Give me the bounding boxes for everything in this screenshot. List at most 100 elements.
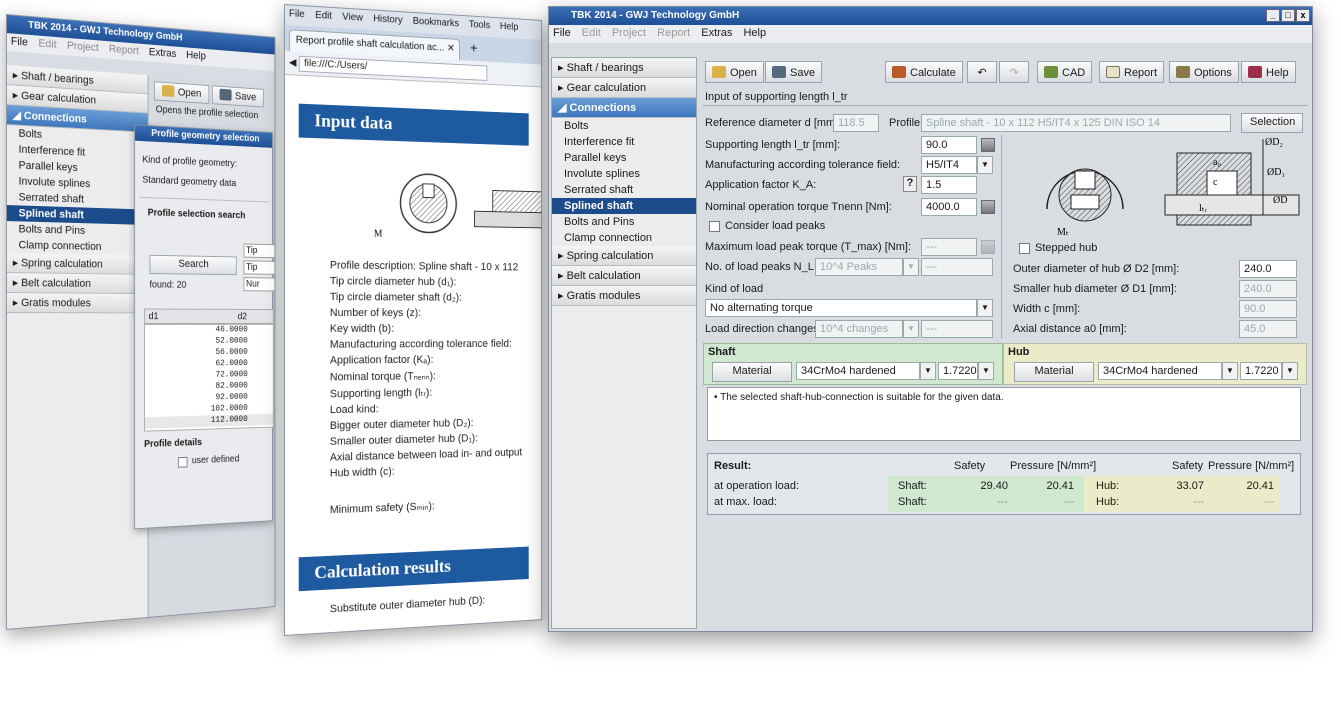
num-peaks-select[interactable]: 10^4 Peaks xyxy=(815,258,903,276)
menu-extras[interactable]: Extras xyxy=(149,46,177,60)
menu-report[interactable]: Report xyxy=(657,27,690,39)
tip-field-1[interactable]: Tip xyxy=(243,243,276,259)
kind-of-load-select[interactable]: No alternating torque xyxy=(705,299,977,317)
sidebar-item-gratis[interactable]: ▸ Gratis modules xyxy=(552,286,696,306)
sidebar-sub-bolts[interactable]: Bolts xyxy=(552,118,696,134)
chevron-down-icon[interactable]: ▼ xyxy=(977,299,993,317)
close-tab-icon[interactable]: ✕ xyxy=(447,43,455,54)
menu-edit[interactable]: Edit xyxy=(582,27,601,39)
chevron-down-icon[interactable]: ▼ xyxy=(920,362,936,380)
tip-field-2[interactable]: Tip xyxy=(243,260,276,275)
shaft-material-button[interactable]: Material xyxy=(712,362,792,382)
shaft-material-number[interactable]: 1.7220 xyxy=(938,362,978,380)
calculator-icon[interactable] xyxy=(981,138,995,152)
bmenu-edit[interactable]: Edit xyxy=(315,10,332,22)
bmenu-file[interactable]: File xyxy=(289,8,305,20)
menu-project[interactable]: Project xyxy=(612,27,646,39)
selection-button[interactable]: Selection xyxy=(1241,113,1303,133)
hub-material-button[interactable]: Material xyxy=(1014,362,1094,382)
table-row[interactable]: 112.0000 xyxy=(145,413,273,429)
load-dir-select[interactable]: 10^4 changes xyxy=(815,320,903,338)
sidebar-sub-involute[interactable]: Involute splines xyxy=(552,166,696,182)
hub-material-select[interactable]: 34CrMo4 hardened xyxy=(1098,362,1222,380)
cad-button[interactable]: CAD xyxy=(1037,61,1093,83)
back-arrow-icon[interactable]: ◀ xyxy=(289,57,297,68)
bmenu-view[interactable]: View xyxy=(342,12,363,24)
sidebar-item-gear[interactable]: ▸ Gear calculation xyxy=(552,78,696,98)
shaft-material-select[interactable]: 34CrMo4 hardened xyxy=(796,362,920,380)
menu-file[interactable]: File xyxy=(553,27,571,39)
sidebar-item-spring[interactable]: ▸ Spring calculation xyxy=(552,246,696,266)
result-table[interactable]: 46.0000 52.0000 56.0000 62.0000 72.0000 82.00… xyxy=(144,323,274,432)
sidebar-sub-splined[interactable]: Splined shaft xyxy=(552,198,696,214)
chevron-down-icon[interactable]: ▼ xyxy=(903,320,919,338)
chevron-down-icon[interactable]: ▼ xyxy=(978,362,994,380)
sidebar-sub-parallel[interactable]: Parallel keys xyxy=(552,150,696,166)
load-peaks-checkbox[interactable] xyxy=(709,221,720,232)
chevron-down-icon[interactable]: ▼ xyxy=(1282,362,1298,380)
minimize-button[interactable]: _ xyxy=(1266,9,1280,22)
sidebar-sub-serrated[interactable]: Serrated shaft xyxy=(552,182,696,198)
profile-field[interactable]: Spline shaft - 10 x 112 H5/IT4 x 125 DIN… xyxy=(921,114,1231,132)
report-button[interactable]: Report xyxy=(1099,61,1165,83)
calculator-icon[interactable] xyxy=(981,240,995,254)
menu-help[interactable]: Help xyxy=(743,27,766,39)
chevron-down-icon[interactable]: ▼ xyxy=(977,156,993,174)
chevron-down-icon[interactable]: ▼ xyxy=(903,258,919,276)
chevron-down-icon[interactable]: ▼ xyxy=(1222,362,1238,380)
undo-button[interactable]: ↶ xyxy=(967,61,997,83)
back-save-button[interactable]: Save xyxy=(211,85,264,108)
back-open-button[interactable]: Open xyxy=(153,81,210,105)
redo-button[interactable]: ↷ xyxy=(999,61,1029,83)
axial-a0-field[interactable]: 45.0 xyxy=(1239,320,1297,338)
load-dir-extra[interactable]: --- xyxy=(921,320,993,338)
user-defined-checkbox[interactable] xyxy=(177,456,188,468)
app-factor-field[interactable]: 1.5 xyxy=(921,176,977,194)
sidebar-item-belt[interactable]: ▸ Belt calculation xyxy=(552,266,696,286)
question-icon[interactable]: ? xyxy=(903,176,917,192)
bmenu-tools[interactable]: Tools xyxy=(469,19,490,31)
bmenu-help[interactable]: Help xyxy=(500,21,519,33)
sidebar-sub-clamp[interactable]: Clamp connection xyxy=(552,230,696,246)
sidebar-item-shaft[interactable]: ▸ Shaft / bearings xyxy=(552,58,696,78)
col-d1[interactable]: d1 xyxy=(149,311,159,322)
help-button[interactable]: Help xyxy=(1241,61,1296,83)
save-button[interactable]: Save xyxy=(765,61,823,83)
calculator-icon[interactable] xyxy=(981,200,995,214)
menu-help[interactable]: Help xyxy=(186,49,206,62)
hub-material-number[interactable]: 1.7220 xyxy=(1240,362,1282,380)
max-torque-field[interactable]: --- xyxy=(921,238,977,256)
bmenu-bookmarks[interactable]: Bookmarks xyxy=(413,16,459,29)
sidebar-sub-interference[interactable]: Interference fit xyxy=(552,134,696,150)
supporting-length-field[interactable]: 90.0 xyxy=(921,136,977,154)
stepped-hub-checkbox[interactable] xyxy=(1019,243,1030,254)
sidebar-item-gratis[interactable]: ▸ Gratis modules xyxy=(6,293,148,314)
menu-extras[interactable]: Extras xyxy=(701,27,732,39)
search-button[interactable]: Search xyxy=(149,254,237,276)
sidebar-sub-bolts-pins[interactable]: Bolts and Pins xyxy=(552,214,696,230)
maximize-button[interactable]: □ xyxy=(1281,9,1295,22)
new-tab-icon[interactable]: + xyxy=(470,40,477,56)
open-button[interactable]: Open xyxy=(705,61,764,83)
width-c-field[interactable]: 90.0 xyxy=(1239,300,1297,318)
sidebar-item-spring[interactable]: ▸ Spring calculation xyxy=(6,253,148,275)
num-field[interactable]: Nur xyxy=(243,277,276,292)
sidebar-item-belt[interactable]: ▸ Belt calculation xyxy=(6,273,148,295)
calculate-button[interactable]: Calculate xyxy=(885,61,963,83)
col-d2[interactable]: d2 xyxy=(238,312,247,322)
close-button[interactable]: x xyxy=(1296,9,1310,22)
menu-report[interactable]: Report xyxy=(109,43,139,57)
num-peaks-extra[interactable]: --- xyxy=(921,258,993,276)
smaller-d1-field[interactable]: 240.0 xyxy=(1239,280,1297,298)
menu-file[interactable]: File xyxy=(11,35,28,48)
torque-field[interactable]: 4000.0 xyxy=(921,198,977,216)
table-row[interactable]: 46.0000 xyxy=(145,325,273,337)
bmenu-history[interactable]: History xyxy=(373,13,402,26)
options-button[interactable]: Options xyxy=(1169,61,1239,83)
tolerance-select[interactable]: H5/IT4 xyxy=(921,156,977,174)
ref-diameter-field[interactable]: 118.5 xyxy=(833,114,879,132)
outer-d2-field[interactable]: 240.0 xyxy=(1239,260,1297,278)
menu-project[interactable]: Project xyxy=(67,40,99,54)
sidebar-item-connections[interactable]: ◢ Connections xyxy=(552,98,696,118)
menu-edit[interactable]: Edit xyxy=(38,38,56,51)
